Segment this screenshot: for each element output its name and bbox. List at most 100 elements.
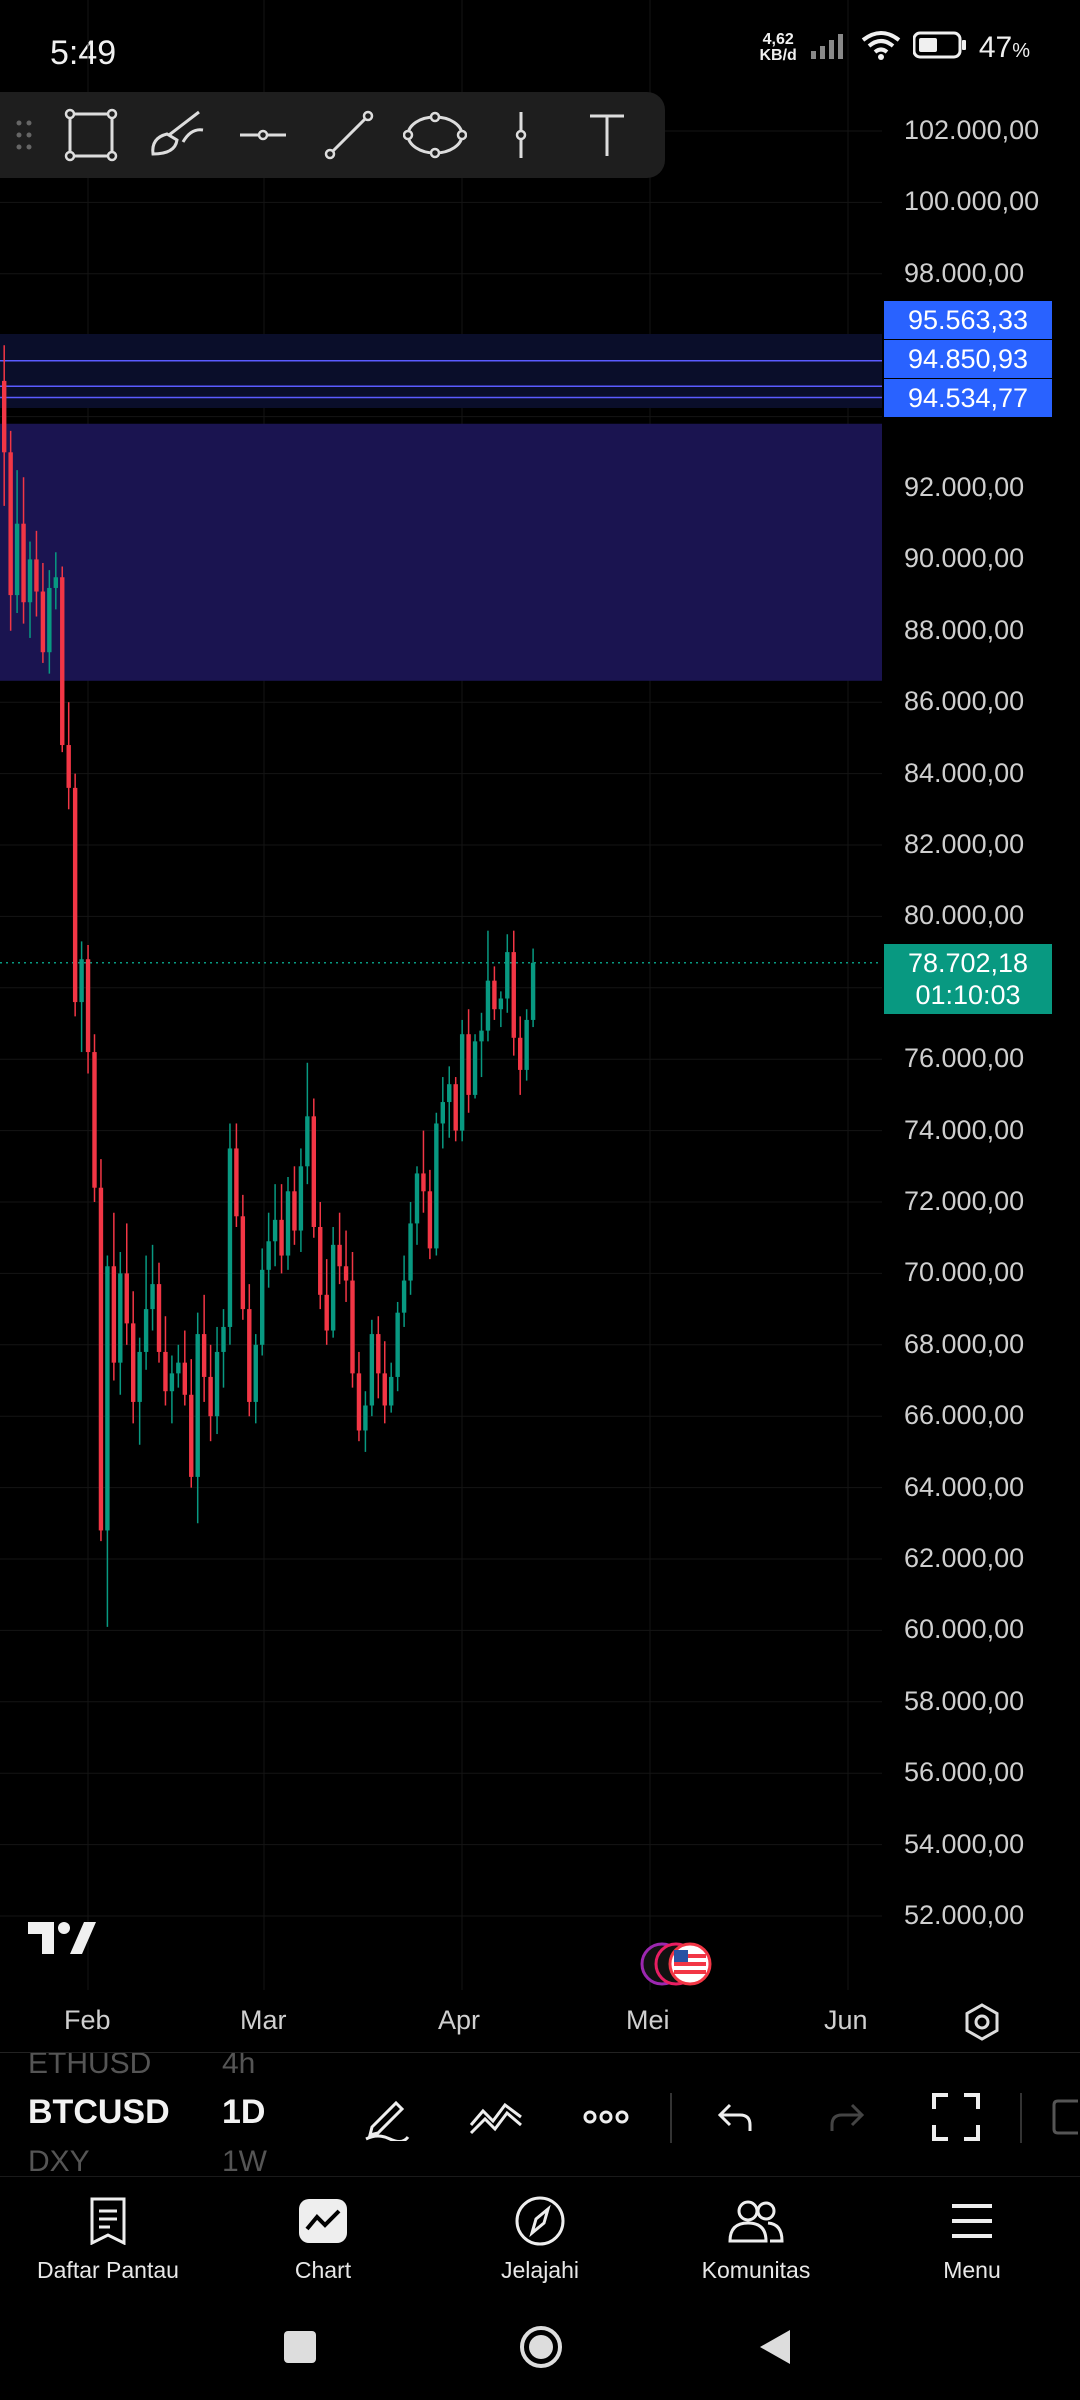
time-axis-label: Jun (824, 2005, 868, 2035)
drawing-toolbar (0, 92, 665, 178)
nav-label: Daftar Pantau (37, 2257, 179, 2283)
indicators-icon[interactable] (468, 2089, 524, 2145)
candle-body (414, 1173, 420, 1224)
nav-watchlist[interactable]: Daftar Pantau (8, 2191, 208, 2284)
candle-body (266, 1241, 271, 1270)
candle-body (311, 1116, 316, 1227)
candle-body (208, 1376, 213, 1417)
panel-icon[interactable] (1050, 2089, 1080, 2145)
candle-body (131, 1323, 136, 1402)
symbol-selector[interactable]: BTCUSD (28, 2093, 170, 2132)
candle-body (118, 1273, 123, 1363)
vertical-line-icon[interactable] (478, 92, 564, 178)
brush-icon[interactable] (134, 92, 220, 178)
candle-body (376, 1334, 381, 1374)
candle-body (505, 952, 510, 999)
candle-body (337, 1244, 342, 1267)
candle-body (498, 998, 504, 1010)
candle-body (363, 1405, 368, 1431)
drag-handle-icon[interactable] (0, 92, 48, 178)
price-axis-label: 98.000,00 (904, 257, 1025, 288)
price-axis-label: 64.000,00 (904, 1471, 1025, 1502)
next-symbol[interactable]: DXY (28, 2145, 90, 2177)
candle-body (427, 1191, 433, 1249)
ellipse-icon[interactable] (392, 92, 478, 178)
candle-body (105, 1266, 110, 1531)
prev-symbol[interactable]: ETHUSD (28, 2053, 151, 2081)
next-timeframe[interactable]: 1W (222, 2145, 267, 2177)
candle-body (21, 523, 26, 603)
candle-body (34, 559, 39, 592)
drawing-tools-icon[interactable] (358, 2089, 414, 2145)
price-axis-label: 52.000,00 (904, 1900, 1025, 1930)
recent-apps-icon[interactable] (282, 2329, 318, 2370)
candle-body (137, 1351, 142, 1402)
nav-chart[interactable]: Chart (223, 2191, 423, 2284)
nav-label: Jelajahi (501, 2257, 579, 2283)
menu-icon (872, 2191, 1072, 2251)
candle-body (485, 980, 491, 1031)
text-icon[interactable] (564, 92, 650, 178)
candle-body (92, 1052, 97, 1188)
candle-body (240, 1216, 246, 1310)
price-tag: 94.534,77 (884, 379, 1052, 417)
candle-body (447, 1084, 452, 1103)
horizontal-line-icon[interactable] (220, 92, 306, 178)
price-tag: 94.850,93 (884, 340, 1052, 378)
price-axis-label: 100.000,00 (904, 186, 1040, 217)
candle-body (60, 577, 65, 746)
system-navigation (0, 2306, 1080, 2400)
candle-body (305, 1116, 310, 1167)
candle-body (479, 1030, 484, 1042)
candle-body (227, 1148, 233, 1327)
candle-body (163, 1351, 168, 1392)
time-axis-label: Mar (240, 2005, 287, 2035)
candle-body (324, 1294, 329, 1331)
candle-body (466, 1034, 471, 1095)
candle-body (189, 1394, 194, 1477)
candle-body (214, 1351, 220, 1417)
nav-community[interactable]: Komunitas (656, 2191, 856, 2284)
candle-body (453, 1084, 458, 1131)
candle-body (401, 1280, 407, 1313)
rectangle-icon[interactable] (48, 92, 134, 178)
candle-body (143, 1309, 149, 1352)
price-axis-label: 56.000,00 (904, 1757, 1025, 1788)
price-axis-label: 88.000,00 (904, 614, 1025, 645)
candle-body (72, 787, 78, 1003)
trend-line-icon[interactable] (306, 92, 392, 178)
back-icon[interactable] (758, 2328, 792, 2371)
watchlist-icon (8, 2191, 208, 2251)
candle-body (8, 452, 13, 596)
candle-body (111, 1266, 117, 1363)
economic-events-icon[interactable] (632, 1940, 722, 1988)
candle-body (318, 1226, 323, 1295)
timeframe-selector[interactable]: 1D (222, 2093, 265, 2132)
candle-body (389, 1376, 394, 1406)
price-axis-label: 90.000,00 (904, 543, 1025, 574)
time-axis-label: Apr (438, 2005, 481, 2035)
more-icon[interactable] (578, 2089, 634, 2145)
bar-countdown: 01:10:03 (915, 980, 1021, 1010)
candle-body (395, 1312, 400, 1377)
redo-icon[interactable] (818, 2089, 874, 2145)
price-axis-label: 82.000,00 (904, 829, 1025, 859)
candle-body (434, 1123, 439, 1249)
chart-settings-icon[interactable] (962, 2002, 1002, 2047)
nav-explore[interactable]: Jelajahi (440, 2191, 640, 2284)
nav-label: Komunitas (701, 2257, 811, 2283)
candle-body (234, 1148, 239, 1217)
price-axis-label: 86.000,00 (904, 686, 1025, 717)
home-icon[interactable] (518, 2324, 564, 2375)
time-axis-label: Mei (626, 2005, 670, 2035)
prev-timeframe[interactable]: 4h (222, 2053, 255, 2081)
candle-body (53, 577, 58, 588)
undo-icon[interactable] (708, 2089, 764, 2145)
candle-body (2, 380, 7, 453)
fullscreen-icon[interactable] (928, 2089, 984, 2145)
candle-body (518, 1037, 523, 1070)
candle-body (511, 952, 516, 1038)
chart-icon (223, 2191, 423, 2251)
nav-menu[interactable]: Menu (872, 2191, 1072, 2284)
community-icon (656, 2191, 856, 2251)
